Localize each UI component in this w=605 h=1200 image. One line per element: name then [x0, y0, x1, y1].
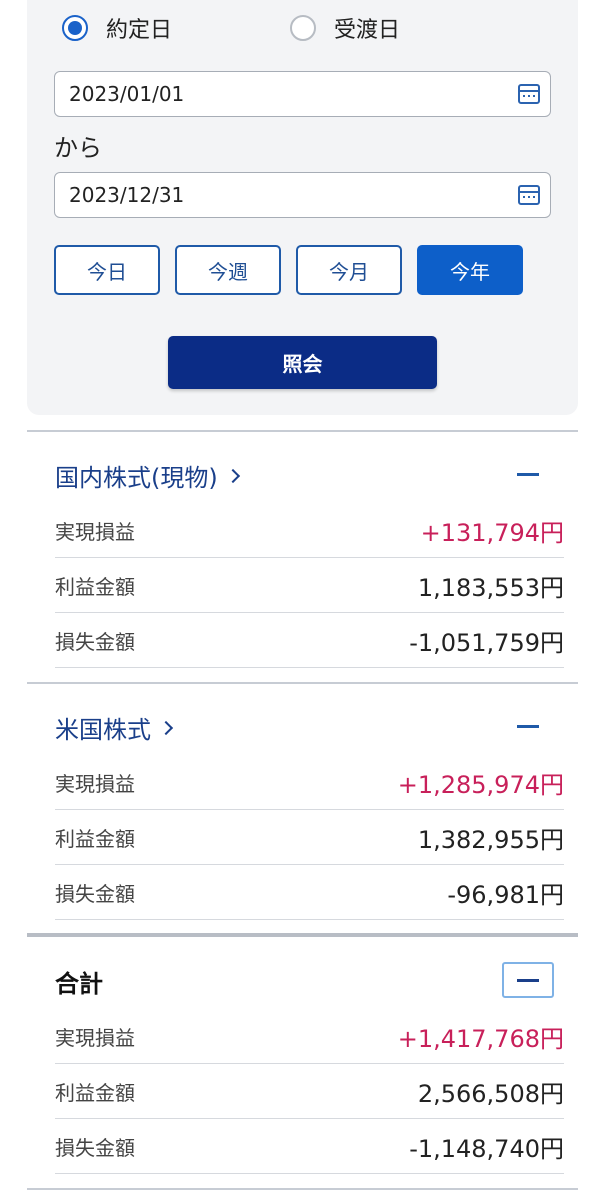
- chevron-right-icon: [158, 720, 174, 735]
- row-label: 利益金額: [55, 1080, 135, 1105]
- section-title-text: 米国株式: [55, 716, 151, 744]
- row-value: -1,148,740円: [409, 1134, 564, 1163]
- row-profit-amount: 利益金額 2,566,508円: [55, 1064, 564, 1119]
- row-label: 損失金額: [55, 629, 135, 654]
- radio-trade-date-control[interactable]: [62, 15, 88, 41]
- minus-icon: [517, 724, 539, 728]
- row-value: -96,981円: [447, 880, 564, 909]
- row-loss-amount: 損失金額 -1,148,740円: [55, 1119, 564, 1174]
- to-date-value: 2023/12/31: [69, 183, 185, 207]
- calendar-icon[interactable]: [518, 185, 540, 205]
- row-label: 損失金額: [55, 881, 135, 906]
- row-value: +1,417,768円: [397, 1024, 564, 1053]
- row-value: 1,183,553円: [417, 573, 564, 602]
- row-value: -1,051,759円: [409, 628, 564, 657]
- section-title-text: 国内株式(現物): [55, 464, 218, 492]
- row-realized-pnl: 実現損益 +1,285,974円: [55, 755, 564, 810]
- row-value: +1,285,974円: [397, 770, 564, 799]
- row-label: 利益金額: [55, 826, 135, 851]
- row-realized-pnl: 実現損益 +131,794円: [55, 503, 564, 558]
- row-label: 利益金額: [55, 574, 135, 599]
- row-label: 実現損益: [55, 519, 135, 544]
- section-divider: [27, 1188, 578, 1190]
- section-divider: [27, 682, 578, 684]
- row-realized-pnl: 実現損益 +1,417,768円: [55, 1009, 564, 1064]
- to-date-input[interactable]: 2023/12/31: [54, 172, 551, 218]
- row-profit-amount: 利益金額 1,183,553円: [55, 558, 564, 613]
- radio-trade-date[interactable]: 約定日: [62, 8, 172, 48]
- section-title-total: 合計: [55, 970, 103, 998]
- collapse-toggle-us-stocks[interactable]: [502, 708, 554, 744]
- submit-query-button[interactable]: 照会: [168, 336, 437, 389]
- section-title-domestic-stocks[interactable]: 国内株式(現物): [55, 458, 240, 493]
- from-label: から: [54, 134, 102, 162]
- collapse-toggle-total[interactable]: [502, 962, 554, 998]
- filter-panel: 約定日 受渡日 2023/01/01 から 2023/12/31 今日 今週 今…: [27, 0, 578, 415]
- row-value: +131,794円: [420, 518, 564, 547]
- row-label: 実現損益: [55, 1025, 135, 1050]
- radio-trade-date-label: 約定日: [106, 18, 173, 43]
- quick-this-year-button[interactable]: 今年: [417, 245, 523, 295]
- calendar-icon[interactable]: [518, 84, 540, 104]
- from-date-input[interactable]: 2023/01/01: [54, 71, 551, 117]
- quick-this-month-button[interactable]: 今月: [296, 245, 402, 295]
- row-loss-amount: 損失金額 -1,051,759円: [55, 613, 564, 668]
- radio-settlement-date-control[interactable]: [290, 15, 316, 41]
- row-value: 2,566,508円: [417, 1079, 564, 1108]
- radio-settlement-date-label: 受渡日: [334, 18, 401, 43]
- radio-settlement-date[interactable]: 受渡日: [290, 8, 400, 48]
- radio-selected-dot: [68, 21, 82, 35]
- quick-this-week-button[interactable]: 今週: [175, 245, 281, 295]
- minus-icon: [517, 472, 539, 476]
- minus-icon: [517, 978, 539, 982]
- quick-today-button[interactable]: 今日: [54, 245, 160, 295]
- row-loss-amount: 損失金額 -96,981円: [55, 865, 564, 920]
- collapse-toggle-domestic-stocks[interactable]: [502, 456, 554, 492]
- chevron-right-icon: [225, 468, 240, 483]
- row-value: 1,382,955円: [417, 825, 564, 854]
- section-divider: [27, 933, 578, 937]
- row-profit-amount: 利益金額 1,382,955円: [55, 810, 564, 865]
- row-label: 実現損益: [55, 771, 135, 796]
- section-divider: [27, 430, 578, 432]
- row-label: 損失金額: [55, 1135, 135, 1160]
- section-title-us-stocks[interactable]: 米国株式: [55, 710, 174, 745]
- from-date-value: 2023/01/01: [69, 82, 185, 106]
